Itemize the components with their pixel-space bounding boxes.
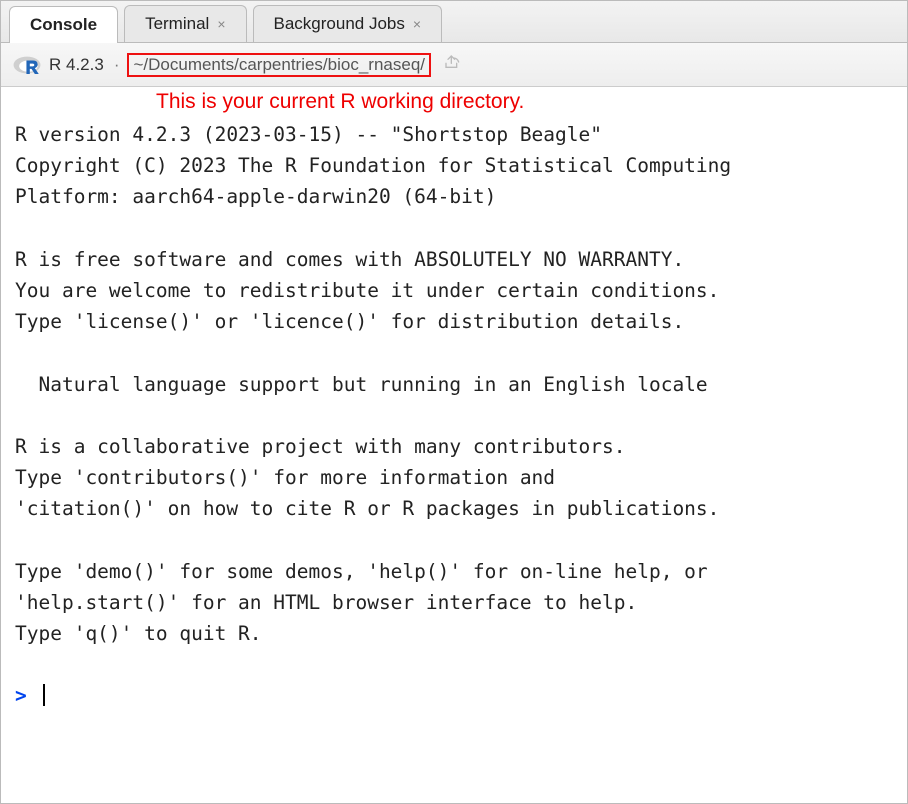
working-dir-highlight-box: ~/Documents/carpentries/bioc_rnaseq/	[127, 53, 431, 77]
working-directory-path[interactable]: ~/Documents/carpentries/bioc_rnaseq/	[133, 55, 425, 74]
startup-message: R version 4.2.3 (2023-03-15) -- "Shortst…	[15, 123, 731, 645]
annotation-row: This is your current R working directory…	[1, 87, 907, 117]
tab-background-jobs[interactable]: Background Jobs ×	[253, 5, 443, 42]
console-output[interactable]: R version 4.2.3 (2023-03-15) -- "Shortst…	[1, 117, 907, 803]
tab-background-jobs-label: Background Jobs	[274, 14, 405, 34]
close-icon[interactable]: ×	[411, 16, 421, 32]
tab-terminal[interactable]: Terminal ×	[124, 5, 246, 42]
annotation-text: This is your current R working directory…	[156, 90, 524, 114]
tab-terminal-label: Terminal	[145, 14, 209, 34]
r-logo-icon	[13, 54, 41, 76]
tab-console[interactable]: Console	[9, 6, 118, 43]
tab-console-label: Console	[30, 15, 97, 35]
console-panel: Console Terminal × Background Jobs × R 4…	[0, 0, 908, 804]
console-prompt: >	[15, 684, 27, 707]
toolbar-separator: ·	[114, 55, 120, 75]
tab-bar: Console Terminal × Background Jobs ×	[1, 1, 907, 43]
cursor	[43, 684, 45, 706]
r-version: R 4.2.3	[49, 55, 106, 75]
close-icon[interactable]: ×	[215, 16, 225, 32]
share-icon[interactable]	[443, 54, 461, 75]
console-toolbar: R 4.2.3 · ~/Documents/carpentries/bioc_r…	[1, 43, 907, 87]
